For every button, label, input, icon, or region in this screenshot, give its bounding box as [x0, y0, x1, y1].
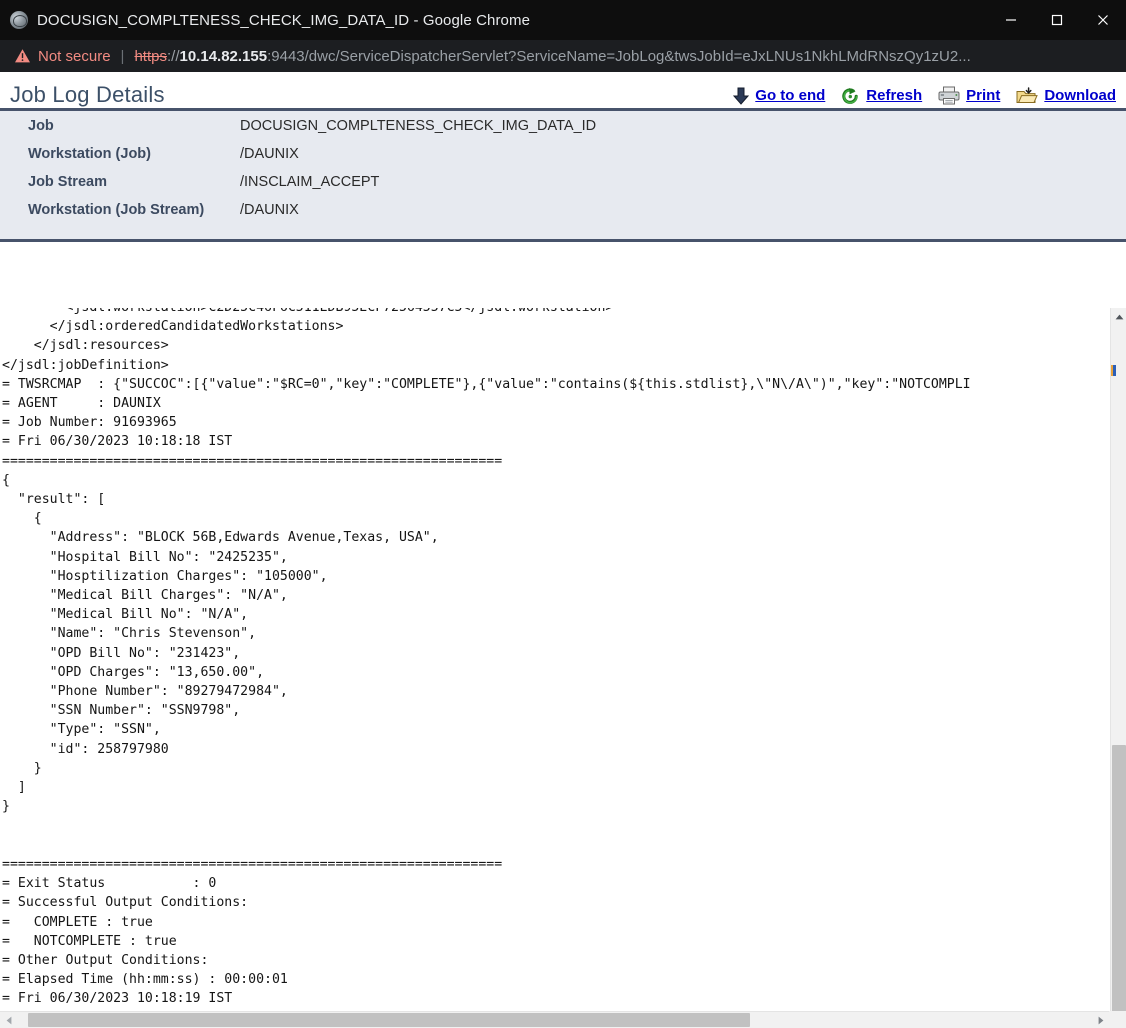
job-log-text: <jsdl:workstation>C2D25C46F6C511EDB95ECF… — [0, 308, 1094, 1010]
scroll-left-arrow-icon[interactable] — [0, 1012, 17, 1028]
vertical-scroll-thumb[interactable] — [1112, 745, 1126, 1023]
window-title: DOCUSIGN_COMPLTENESS_CHECK_IMG_DATA_ID -… — [37, 12, 530, 29]
print-link[interactable]: Print — [938, 86, 1000, 105]
info-row-workstation-job: Workstation (Job) /DAUNIX — [0, 146, 1126, 174]
url-path: :9443/dwc/ServiceDispatcherServlet?Servi… — [267, 48, 971, 65]
address-bar[interactable]: Not secure | https://10.14.82.155:9443/d… — [0, 40, 1126, 72]
window-titlebar[interactable]: DOCUSIGN_COMPLTENESS_CHECK_IMG_DATA_ID -… — [0, 0, 1126, 40]
scrollbar-corner — [1109, 1011, 1126, 1028]
info-row-workstation-job-stream: Workstation (Job Stream) /DAUNIX — [0, 202, 1126, 230]
scroll-right-arrow-icon[interactable] — [1092, 1012, 1109, 1028]
action-links: Go to end Refresh — [733, 86, 1116, 108]
page-header: Job Log Details Go to end Refresh — [0, 72, 1126, 108]
info-label-job-stream: Job Stream — [0, 174, 240, 190]
info-label-job: Job — [0, 118, 240, 134]
horizontal-scrollbar[interactable] — [0, 1011, 1126, 1028]
security-status-label: Not secure — [38, 48, 111, 65]
info-value-workstation-job-stream: /DAUNIX — [240, 202, 299, 218]
warning-triangle-icon — [14, 48, 31, 64]
window-controls — [988, 0, 1126, 40]
info-value-workstation-job: /DAUNIX — [240, 146, 299, 162]
url-colon-slash: :// — [167, 48, 180, 65]
download-link[interactable]: Download — [1016, 87, 1116, 105]
refresh-link[interactable]: Refresh — [841, 87, 922, 105]
job-log-page: Job Log Details Go to end Refresh — [0, 72, 1126, 1028]
scroll-up-arrow-icon[interactable] — [1111, 308, 1126, 325]
info-value-job: DOCUSIGN_COMPLTENESS_CHECK_IMG_DATA_ID — [240, 118, 596, 134]
url-host: 10.14.82.155 — [180, 48, 268, 65]
info-label-workstation-job-stream: Workstation (Job Stream) — [0, 202, 240, 218]
go-to-end-label: Go to end — [755, 87, 825, 104]
down-arrow-icon — [733, 87, 749, 105]
job-log-viewport[interactable]: <jsdl:workstation>C2D25C46F6C511EDB95ECF… — [0, 308, 1126, 1028]
go-to-end-link[interactable]: Go to end — [733, 87, 825, 105]
download-folder-icon — [1016, 87, 1038, 105]
address-separator: | — [121, 48, 125, 65]
info-value-job-stream: /INSCLAIM_ACCEPT — [240, 174, 379, 190]
chrome-globe-icon — [10, 11, 28, 29]
scroll-marker — [1111, 365, 1116, 376]
info-label-workstation-job: Workstation (Job) — [0, 146, 240, 162]
close-button[interactable] — [1080, 0, 1126, 40]
minimize-button[interactable] — [988, 0, 1034, 40]
download-label: Download — [1044, 87, 1116, 104]
maximize-button[interactable] — [1034, 0, 1080, 40]
print-label: Print — [966, 87, 1000, 104]
info-row-job: Job DOCUSIGN_COMPLTENESS_CHECK_IMG_DATA_… — [0, 118, 1126, 146]
vertical-scrollbar[interactable] — [1110, 308, 1126, 1028]
url-text[interactable]: https://10.14.82.155:9443/dwc/ServiceDis… — [134, 48, 970, 65]
job-info-panel: Job DOCUSIGN_COMPLTENESS_CHECK_IMG_DATA_… — [0, 111, 1126, 242]
refresh-label: Refresh — [866, 87, 922, 104]
info-row-job-stream: Job Stream /INSCLAIM_ACCEPT — [0, 174, 1126, 202]
refresh-icon — [841, 87, 860, 105]
page-title: Job Log Details — [10, 82, 165, 108]
printer-icon — [938, 86, 960, 105]
url-scheme: https — [134, 48, 167, 65]
horizontal-scroll-thumb[interactable] — [28, 1013, 750, 1027]
